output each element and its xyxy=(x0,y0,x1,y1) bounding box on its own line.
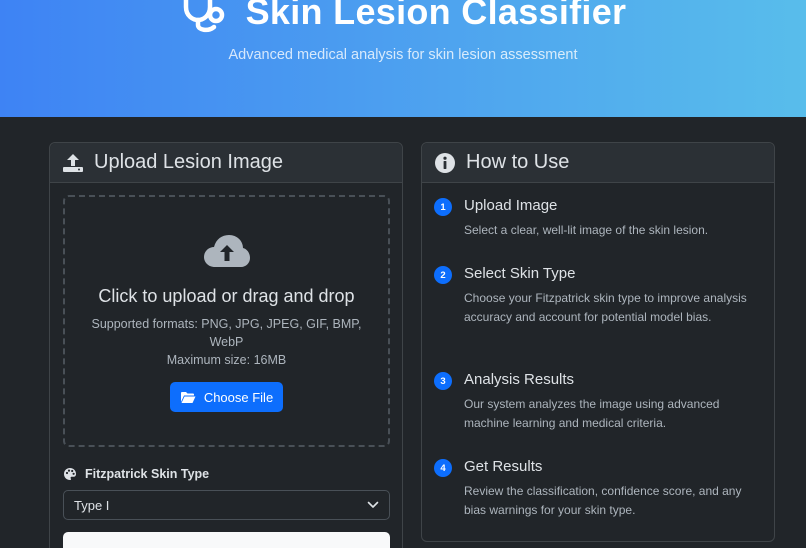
step-description: Choose your Fitzpatrick skin type to imp… xyxy=(464,291,747,324)
palette-icon xyxy=(64,468,76,480)
howto-card-title: How to Use xyxy=(466,151,570,173)
step-description: Select a clear, well-lit image of the sk… xyxy=(464,223,709,237)
folder-open-icon xyxy=(180,391,196,403)
hero-title-row: Skin Lesion Classifier xyxy=(0,0,806,37)
step-description: Our system analyzes the image using adva… xyxy=(464,397,720,430)
analyze-button[interactable] xyxy=(63,532,390,548)
skin-type-value: Type I xyxy=(74,497,110,513)
max-size-text: Maximum size: 16MB xyxy=(166,353,287,367)
step-number: 4 xyxy=(434,459,452,477)
step-item: 3 Analysis Results Our system analyzes t… xyxy=(434,369,764,456)
hero-header: Skin Lesion Classifier Advanced medical … xyxy=(0,0,806,117)
step-description: Review the classification, confidence sc… xyxy=(464,484,742,517)
step-number: 3 xyxy=(434,372,452,390)
upload-dropzone[interactable]: Click to upload or drag and drop Support… xyxy=(63,195,390,447)
step-item: 1 Upload Image Select a clear, well-lit … xyxy=(434,195,764,263)
step-title: Select Skin Type xyxy=(464,265,576,282)
cloud-upload-icon xyxy=(65,233,388,274)
howto-card: How to Use 1 Upload Image Select a clear… xyxy=(421,142,775,542)
upload-card-header: Upload Lesion Image xyxy=(50,143,402,183)
upload-card-title: Upload Lesion Image xyxy=(94,151,284,173)
page-title: Skin Lesion Classifier xyxy=(245,0,627,32)
page-subtitle: Advanced medical analysis for skin lesio… xyxy=(228,47,578,63)
skin-type-select[interactable]: Type I xyxy=(63,490,390,520)
skin-type-label: Fitzpatrick Skin Type xyxy=(63,467,209,481)
choose-file-label: Choose File xyxy=(203,389,274,405)
stethoscope-icon xyxy=(183,0,224,33)
step-number: 2 xyxy=(434,266,452,284)
step-title: Get Results xyxy=(464,458,543,475)
supported-formats-text: Supported formats: PNG, JPG, JPEG, GIF, … xyxy=(91,317,362,349)
step-title: Upload Image xyxy=(464,197,558,214)
step-number: 1 xyxy=(434,198,452,216)
upload-icon xyxy=(63,153,83,172)
choose-file-button[interactable]: Choose File xyxy=(169,382,284,412)
skin-type-label-text: Fitzpatrick Skin Type xyxy=(85,467,210,481)
chevron-down-icon xyxy=(367,501,379,508)
info-icon xyxy=(435,152,455,173)
step-item: 4 Get Results Review the classification,… xyxy=(434,456,764,519)
step-title: Analysis Results xyxy=(464,371,575,388)
dropzone-title: Click to upload or drag and drop xyxy=(98,286,355,306)
step-item: 2 Select Skin Type Choose your Fitzpatri… xyxy=(434,263,764,369)
howto-card-header: How to Use xyxy=(422,143,774,183)
howto-steps: 1 Upload Image Select a clear, well-lit … xyxy=(434,195,764,519)
upload-card: Upload Lesion Image Click to upload or d… xyxy=(49,142,403,548)
